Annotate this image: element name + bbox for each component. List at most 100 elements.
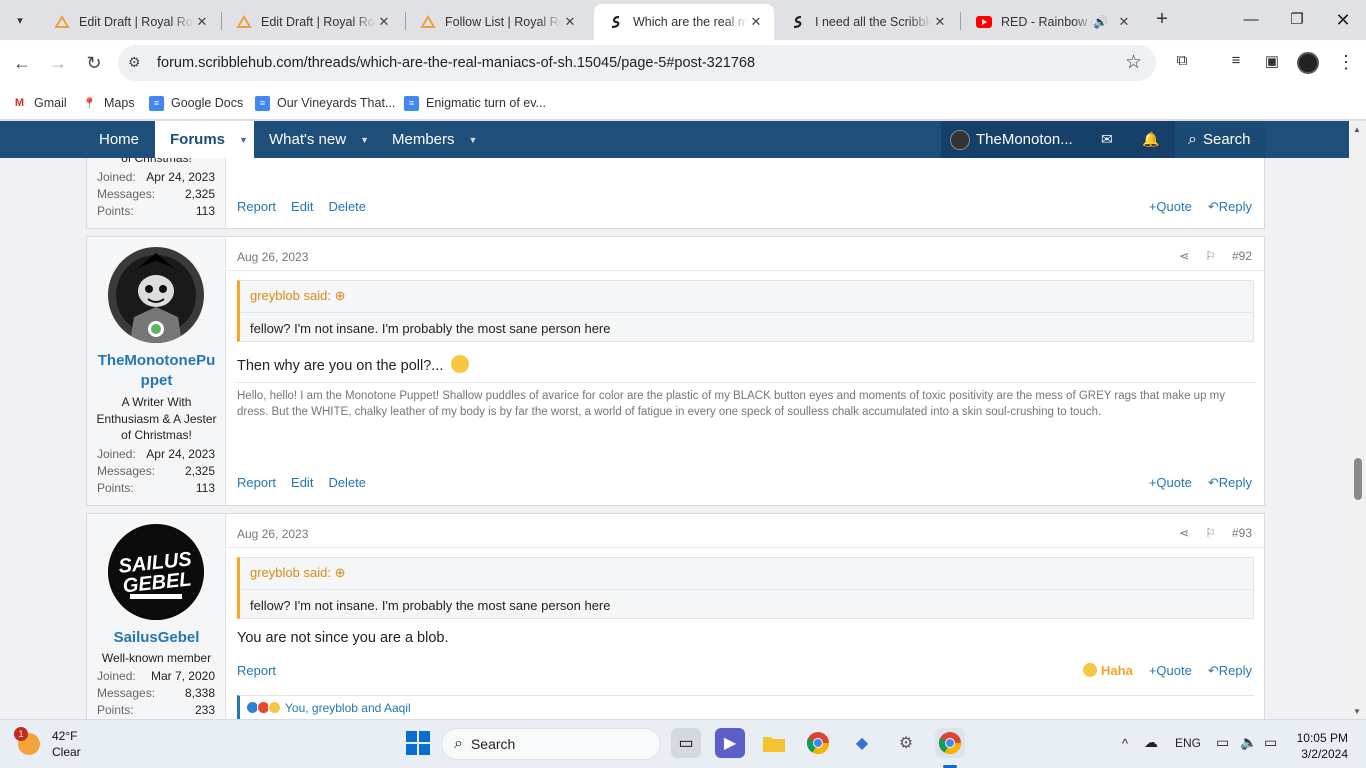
url-text[interactable]: forum.scribblehub.com/threads/which-are-… xyxy=(157,55,755,71)
stat-joined: Joined: Apr 24, 2023 xyxy=(97,170,215,184)
bookmark-star-icon[interactable]: ☆ xyxy=(1125,51,1142,74)
tab-edit-draft-1[interactable]: Edit Draft | Royal Road ✕ xyxy=(40,4,220,40)
chevron-up-icon[interactable]: ^ xyxy=(1122,736,1128,751)
page-scrollbar[interactable]: ▲ ▼ xyxy=(1349,121,1366,719)
language-indicator[interactable]: ENG xyxy=(1175,736,1201,750)
volume-icon[interactable]: 🔈 xyxy=(1240,734,1257,751)
media-controls-icon[interactable]: ≡ xyxy=(1224,52,1248,74)
bell-icon[interactable]: 🔔 xyxy=(1142,121,1159,158)
forward-button[interactable]: → xyxy=(45,50,71,76)
side-panel-icon[interactable]: ▣ xyxy=(1260,52,1284,74)
extensions-icon[interactable]: ⧉ xyxy=(1170,52,1194,74)
copilot-icon[interactable]: ◆ xyxy=(847,728,877,758)
delete-link[interactable]: Delete xyxy=(328,199,366,214)
close-icon[interactable]: ✕ xyxy=(932,14,948,30)
close-icon[interactable]: ✕ xyxy=(748,14,764,30)
post-actions: Report Edit Delete xyxy=(237,475,366,490)
scroll-down-icon[interactable]: ▼ xyxy=(1353,707,1361,716)
close-window-button[interactable]: ✕ xyxy=(1328,8,1358,32)
share-icon[interactable]: ⋖ xyxy=(1179,526,1189,540)
nav-user-account[interactable]: TheMonoton... xyxy=(950,121,1073,158)
bookmark-icon[interactable]: ⚐ xyxy=(1205,526,1216,540)
bookmark-maps[interactable]: 📍 Maps xyxy=(82,92,135,114)
quote-author[interactable]: greyblob said: ⊕ xyxy=(250,565,345,581)
reply-button[interactable]: ↶Reply xyxy=(1208,475,1252,491)
bookmark-our-vineyards[interactable]: ≡ Our Vineyards That... xyxy=(255,92,395,114)
back-button[interactable]: ← xyxy=(9,50,35,76)
reply-button[interactable]: ↶Reply xyxy=(1208,199,1252,215)
close-icon[interactable]: ✕ xyxy=(194,14,210,30)
tab-real-maniacs[interactable]: Which are the real maniacs ✕ xyxy=(594,4,774,40)
tab-strip: ▾ Edit Draft | Royal Road ✕ Edit Draft |… xyxy=(0,0,1366,40)
site-info-icon[interactable]: ⚙ xyxy=(128,54,141,71)
tab-edit-draft-2[interactable]: Edit Draft | Royal Road ✕ xyxy=(222,4,402,40)
report-link[interactable]: Report xyxy=(237,199,276,214)
report-link[interactable]: Report xyxy=(237,475,276,490)
quote-button[interactable]: +Quote xyxy=(1149,475,1192,491)
battery-icon[interactable]: ▭ xyxy=(1264,734,1277,751)
tab-youtube-red[interactable]: RED - Rainbow Fr 🔊 ✕ xyxy=(962,4,1142,40)
post-date[interactable]: Aug 26, 2023 xyxy=(237,250,308,264)
task-view-icon[interactable]: ▭ xyxy=(671,728,701,758)
close-icon[interactable]: ✕ xyxy=(562,14,578,30)
chevron-down-icon[interactable]: ▼ xyxy=(360,135,369,145)
inbox-icon[interactable]: ✉ xyxy=(1101,121,1113,158)
tab-scribble[interactable]: I need all the Scribble ✕ xyxy=(776,4,958,40)
reply-button[interactable]: ↶Reply xyxy=(1208,663,1252,679)
bookmark-icon[interactable]: ⚐ xyxy=(1205,249,1216,263)
file-explorer-icon[interactable] xyxy=(759,728,789,758)
quote-button[interactable]: +Quote xyxy=(1149,199,1192,215)
reactions-bar[interactable]: You, greyblob and Aaqil xyxy=(237,695,1254,719)
quote-author[interactable]: greyblob said: ⊕ xyxy=(250,288,345,304)
share-icon[interactable]: ⋖ xyxy=(1179,249,1189,263)
post-number[interactable]: #93 xyxy=(1232,526,1252,540)
edit-link[interactable]: Edit xyxy=(291,199,313,214)
cloud-icon[interactable]: ☁ xyxy=(1144,734,1158,751)
nav-members[interactable]: Members ▼ xyxy=(378,121,491,158)
docs-icon: ≡ xyxy=(404,95,419,111)
tab-search-chevron-icon[interactable]: ▾ xyxy=(8,8,32,32)
nav-search-button[interactable]: ⌕ Search xyxy=(1188,121,1251,158)
haha-reaction-button[interactable]: Haha xyxy=(1083,663,1133,679)
restore-button[interactable]: ❐ xyxy=(1282,8,1312,32)
bookmark-gmail[interactable]: M Gmail xyxy=(12,92,67,114)
tab-follow-list[interactable]: Follow List | Royal Road ✕ xyxy=(406,4,588,40)
chevron-down-icon[interactable]: ▼ xyxy=(239,135,248,145)
address-bar[interactable]: ⚙ forum.scribblehub.com/threads/which-ar… xyxy=(118,45,1156,81)
nav-forums[interactable]: Forums ▼ xyxy=(155,121,254,158)
menu-kebab-icon[interactable]: ⋮ xyxy=(1334,52,1358,74)
close-icon[interactable]: ✕ xyxy=(376,14,392,30)
bookmark-google-docs[interactable]: ≡ Google Docs xyxy=(149,92,243,114)
bookmark-enigmatic[interactable]: ≡ Enigmatic turn of ev... xyxy=(404,92,546,114)
scrollbar-thumb[interactable] xyxy=(1354,458,1362,500)
avatar[interactable]: SAILUS GEBEL xyxy=(108,524,204,620)
report-link[interactable]: Report xyxy=(237,663,276,678)
settings-gear-icon[interactable]: ⚙ xyxy=(891,728,921,758)
scroll-up-icon[interactable]: ▲ xyxy=(1353,125,1361,134)
minimize-button[interactable]: — xyxy=(1236,8,1266,32)
profile-avatar[interactable] xyxy=(1297,52,1319,74)
nav-home[interactable]: Home xyxy=(85,121,153,158)
new-tab-button[interactable]: + xyxy=(1150,8,1174,32)
reload-button[interactable]: ↻ xyxy=(81,50,107,76)
post-number[interactable]: #92 xyxy=(1232,249,1252,263)
clock[interactable]: 10:05 PM 3/2/2024 xyxy=(1290,730,1348,762)
username[interactable]: TheMonotonePu ppet xyxy=(87,351,226,391)
post-date[interactable]: Aug 26, 2023 xyxy=(237,527,308,541)
close-icon[interactable]: ✕ xyxy=(1116,14,1132,30)
username[interactable]: SailusGebel xyxy=(87,628,226,648)
chevron-down-icon[interactable]: ▼ xyxy=(469,135,478,145)
network-icon[interactable]: ▭ xyxy=(1216,734,1229,751)
teams-icon[interactable]: ▶ xyxy=(715,728,745,758)
quote-text: fellow? I'm not insane. I'm probably the… xyxy=(250,321,611,336)
weather-widget[interactable]: 1 42°F Clear xyxy=(14,727,81,760)
chrome-icon[interactable] xyxy=(803,728,833,758)
quote-button[interactable]: +Quote xyxy=(1149,663,1192,679)
nav-whats-new[interactable]: What's new ▼ xyxy=(255,121,383,158)
speaker-icon[interactable]: 🔊 xyxy=(1093,15,1108,29)
edit-link[interactable]: Edit xyxy=(291,475,313,490)
taskbar-search[interactable]: ⌕ Search xyxy=(441,728,661,760)
delete-link[interactable]: Delete xyxy=(328,475,366,490)
windows-start-icon[interactable] xyxy=(403,728,433,758)
chrome-profile-icon[interactable] xyxy=(935,728,965,758)
